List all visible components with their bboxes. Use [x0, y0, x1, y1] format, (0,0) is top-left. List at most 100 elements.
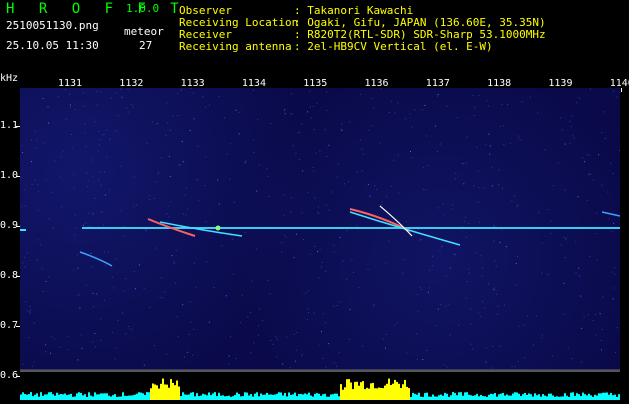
meter-bar — [284, 393, 286, 400]
noise-speckle — [177, 316, 178, 317]
meter-bar — [394, 380, 396, 400]
meter-bar — [46, 394, 48, 400]
noise-speckle — [386, 196, 387, 197]
noise-speckle — [383, 339, 384, 340]
noise-speckle — [168, 206, 169, 207]
noise-speckle — [313, 167, 314, 168]
meter-bar — [384, 386, 386, 400]
noise-speckle — [607, 192, 608, 193]
noise-speckle — [441, 304, 442, 305]
noise-speckle — [285, 113, 286, 114]
noise-speckle — [293, 145, 294, 146]
noise-speckle — [564, 283, 565, 284]
meter-bar — [126, 396, 128, 400]
meter-bar — [140, 393, 142, 400]
noise-speckle — [393, 160, 394, 161]
noise-speckle — [564, 237, 565, 238]
noise-speckle — [492, 167, 493, 168]
meter-bar — [570, 393, 572, 400]
noise-speckle — [614, 274, 615, 275]
meter-bar — [502, 393, 504, 400]
noise-speckle — [145, 229, 146, 230]
noise-speckle — [318, 278, 319, 279]
meter-bar — [606, 393, 608, 400]
noise-speckle — [93, 213, 94, 214]
noise-speckle — [105, 265, 106, 266]
noise-speckle — [219, 204, 220, 205]
noise-speckle — [167, 122, 168, 123]
noise-speckle — [94, 198, 95, 199]
meter-bar — [474, 395, 476, 400]
meter-bar — [114, 394, 116, 400]
noise-speckle — [100, 318, 101, 319]
meter-bar — [454, 393, 456, 400]
noise-speckle — [152, 121, 153, 122]
noise-speckle — [197, 146, 198, 147]
meter-bar — [522, 394, 524, 400]
noise-speckle — [514, 196, 515, 197]
noise-speckle — [130, 328, 131, 329]
noise-speckle — [195, 287, 196, 288]
noise-speckle — [596, 334, 597, 335]
noise-speckle — [368, 269, 369, 270]
noise-speckle — [454, 254, 455, 255]
meter-bar — [128, 396, 130, 400]
noise-speckle — [74, 109, 75, 110]
noise-speckle — [302, 170, 303, 171]
meter-bar — [412, 393, 414, 400]
noise-speckle — [338, 163, 339, 164]
meter-bar — [390, 385, 392, 400]
noise-speckle — [537, 113, 538, 114]
noise-speckle — [564, 314, 565, 315]
noise-speckle — [283, 215, 284, 216]
noise-speckle — [177, 93, 178, 94]
noise-speckle — [236, 358, 237, 359]
meter-bar — [338, 396, 340, 400]
noise-speckle — [22, 364, 23, 365]
noise-speckle — [447, 106, 448, 107]
meter-bar — [468, 395, 470, 400]
meter-bar — [232, 396, 234, 400]
noise-speckle — [100, 171, 101, 172]
noise-speckle — [469, 223, 470, 224]
noise-speckle — [485, 144, 486, 145]
meter-bar — [154, 384, 156, 400]
noise-speckle — [613, 173, 614, 174]
noise-speckle — [86, 285, 87, 286]
noise-speckle — [284, 235, 285, 236]
noise-speckle — [314, 312, 315, 313]
noise-speckle — [498, 306, 499, 307]
noise-speckle — [368, 184, 369, 185]
meter-bar — [600, 393, 602, 400]
noise-speckle — [276, 357, 277, 358]
meter-bar — [604, 393, 606, 400]
meter-bar — [190, 393, 192, 400]
noise-speckle — [523, 325, 524, 326]
noise-speckle — [389, 240, 390, 241]
noise-speckle — [230, 336, 231, 337]
noise-speckle — [22, 145, 23, 146]
noise-speckle — [299, 132, 300, 133]
meter-bar — [414, 394, 416, 400]
noise-speckle — [511, 200, 512, 201]
noise-speckle — [73, 270, 74, 271]
noise-speckle — [30, 312, 31, 313]
noise-speckle — [595, 314, 596, 315]
noise-speckle — [30, 306, 31, 307]
noise-speckle — [308, 308, 309, 309]
noise-speckle — [568, 348, 569, 349]
noise-speckle — [611, 272, 612, 273]
noise-speckle — [602, 185, 603, 186]
meter-bar — [66, 395, 68, 400]
meter-bar — [224, 396, 226, 400]
noise-speckle — [125, 278, 126, 279]
meter-bar — [578, 394, 580, 400]
meter-bar — [210, 395, 212, 400]
noise-speckle — [93, 306, 94, 307]
noise-speckle — [334, 362, 335, 363]
noise-speckle — [499, 169, 500, 170]
noise-speckle — [35, 131, 36, 132]
noise-speckle — [257, 119, 258, 120]
noise-speckle — [116, 130, 117, 131]
noise-speckle — [550, 233, 551, 234]
